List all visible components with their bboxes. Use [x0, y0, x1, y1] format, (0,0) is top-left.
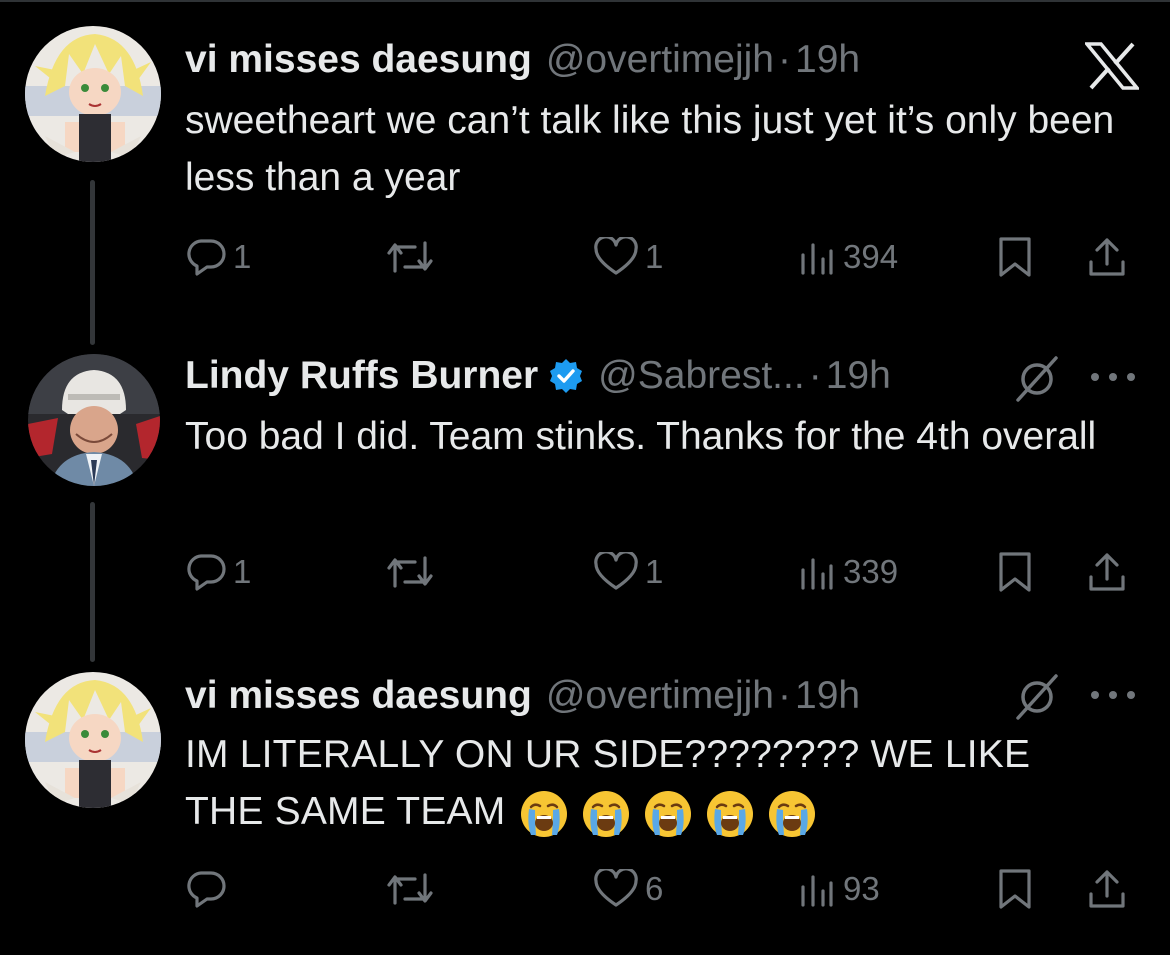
loudly-crying-face-icon [583, 790, 630, 837]
views-icon [801, 558, 833, 590]
reply-icon [187, 239, 226, 276]
anime-avatar-icon [25, 26, 161, 162]
bookmark-icon [999, 552, 1031, 592]
emoji-row [519, 789, 817, 839]
like-count: 1 [645, 238, 664, 275]
handle[interactable]: @overtimejjh [546, 674, 774, 718]
retweet-icon [387, 873, 433, 905]
reply-button[interactable]: 1 [185, 232, 251, 282]
display-name[interactable]: vi misses daesung [185, 38, 532, 82]
handle[interactable]: @Sabrest... [598, 354, 805, 398]
retweet-icon [387, 241, 433, 273]
loudly-crying-face-icon [645, 790, 692, 837]
views-count: 339 [843, 553, 899, 590]
verified-badge-icon [548, 358, 584, 394]
tweet-2[interactable]: Lindy Ruffs Burner @Sabrest... · 19h Too… [0, 320, 1170, 662]
action-bar: 6 93 [185, 864, 1145, 914]
bookmark-button[interactable] [997, 547, 1033, 597]
views-count: 394 [843, 238, 899, 275]
tweet-text: sweetheart we can’t talk like this just … [185, 99, 1115, 199]
action-bar: 1 1 339 [185, 547, 1145, 597]
display-name[interactable]: vi misses daesung [185, 674, 532, 718]
loudly-crying-face-icon [769, 790, 816, 837]
tweet-text-block: IM LITERALLY ON UR SIDE???????? WE LIKE … [185, 726, 1085, 840]
anime-avatar-icon [25, 672, 161, 808]
avatar[interactable] [25, 672, 161, 808]
loudly-crying-face-icon [707, 790, 754, 837]
like-icon [594, 869, 638, 907]
share-button[interactable] [1087, 232, 1127, 282]
share-icon [1089, 553, 1125, 591]
tweet-3[interactable]: vi misses daesung @overtimejjh · 19h IM … [0, 640, 1170, 955]
reply-count: 1 [233, 238, 252, 275]
action-bar: 1 1 394 [185, 232, 1145, 282]
views-icon [801, 875, 833, 907]
separator-dot: · [778, 674, 791, 717]
more-dots-icon[interactable] [1088, 370, 1138, 384]
reply-icon [187, 871, 226, 908]
like-count: 6 [645, 870, 664, 907]
retweet-button[interactable] [385, 232, 435, 282]
thread-line [90, 502, 95, 662]
bookmark-icon [999, 869, 1031, 909]
like-icon [594, 237, 638, 275]
retweet-button[interactable] [385, 864, 435, 914]
display-name[interactable]: Lindy Ruffs Burner [185, 354, 538, 398]
tweet-header: vi misses daesung @overtimejjh · 19h [185, 674, 860, 718]
retweet-button[interactable] [385, 547, 435, 597]
like-icon [594, 552, 638, 590]
views-icon [801, 243, 833, 275]
reply-button[interactable]: 1 [185, 547, 251, 597]
bookmark-button[interactable] [997, 232, 1033, 282]
share-button[interactable] [1087, 864, 1127, 914]
avatar[interactable] [25, 26, 161, 162]
views-button[interactable]: 93 [797, 864, 880, 914]
views-button[interactable]: 394 [797, 232, 898, 282]
separator-dot: · [808, 354, 822, 397]
share-icon [1089, 870, 1125, 908]
views-button[interactable]: 339 [797, 547, 898, 597]
bookmark-button[interactable] [997, 864, 1033, 914]
loudly-crying-face-icon [521, 790, 568, 837]
reply-button[interactable] [185, 864, 233, 914]
like-button[interactable]: 1 [593, 232, 663, 282]
separator-dot: · [778, 38, 791, 81]
hockey-helmet-avatar-icon [28, 354, 160, 486]
handle[interactable]: @overtimejjh [546, 38, 774, 82]
avatar[interactable] [28, 354, 160, 486]
timestamp[interactable]: 19h [795, 674, 860, 718]
views-count: 93 [843, 870, 880, 907]
timestamp[interactable]: 19h [826, 354, 891, 398]
like-count: 1 [645, 553, 664, 590]
tweet-1[interactable]: vi misses daesung @overtimejjh · 19h swe… [0, 0, 1170, 345]
bookmark-icon [999, 237, 1031, 277]
reply-icon [187, 554, 226, 591]
timestamp[interactable]: 19h [795, 38, 860, 82]
grok-icon[interactable] [1012, 354, 1062, 404]
reply-count: 1 [233, 553, 252, 590]
like-button[interactable]: 1 [593, 547, 663, 597]
tweet-text: Too bad I did. Team stinks. Thanks for t… [185, 415, 1097, 458]
retweet-icon [387, 556, 433, 588]
more-dots-icon[interactable] [1088, 688, 1138, 702]
share-icon [1089, 238, 1125, 276]
tweet-header: Lindy Ruffs Burner @Sabrest... · 19h [185, 354, 891, 398]
x-logo-icon[interactable] [1085, 42, 1139, 90]
share-button[interactable] [1087, 547, 1127, 597]
grok-icon[interactable] [1012, 672, 1062, 722]
like-button[interactable]: 6 [593, 864, 663, 914]
tweet-header: vi misses daesung @overtimejjh · 19h [185, 38, 860, 82]
